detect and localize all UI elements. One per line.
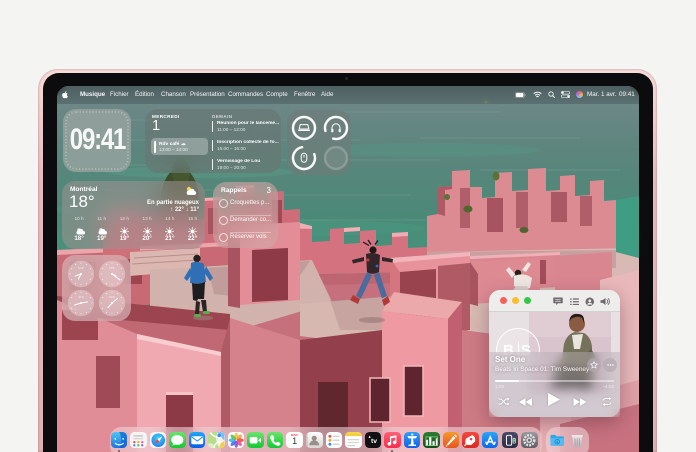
svg-text:TOK: TOK xyxy=(109,266,115,270)
svg-text:SYD: SYD xyxy=(78,295,84,299)
svg-text:CUP: CUP xyxy=(78,266,84,270)
svg-text:PAR: PAR xyxy=(109,295,114,299)
svg-text:tv: tv xyxy=(371,438,377,445)
